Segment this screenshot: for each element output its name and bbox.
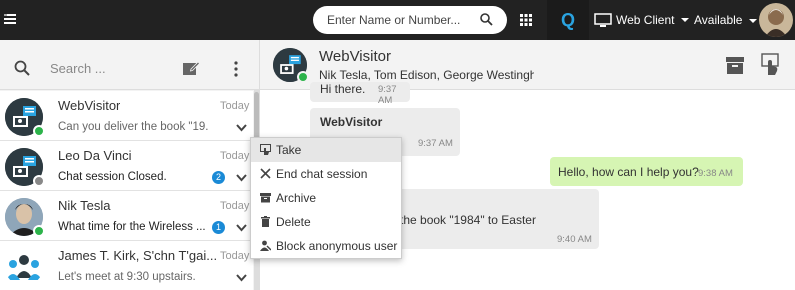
availability-label: Available <box>694 13 743 27</box>
search-icon[interactable] <box>14 60 30 76</box>
web-client-label: Web Client <box>616 13 675 27</box>
message-text: the book "1984" to Easter <box>400 213 536 227</box>
dialpad-grid-icon[interactable] <box>520 14 532 26</box>
conversation-item-group[interactable]: James T. Kirk, S'chn T'gai... Today Let'… <box>0 241 253 290</box>
conversation-time: Today <box>220 200 250 212</box>
message-time: 9:40 AM <box>557 234 592 245</box>
conversation-name: Nik Tesla <box>58 198 111 213</box>
menu-item-end-chat-session[interactable]: End chat session <box>251 162 401 186</box>
chevron-down-icon[interactable] <box>236 224 247 232</box>
unread-badge: 2 <box>212 171 225 184</box>
chevron-down-icon <box>748 18 757 23</box>
more-options-icon[interactable] <box>233 61 239 77</box>
directory-search-input[interactable]: Enter Name or Number... <box>313 6 507 34</box>
status-online-indicator <box>33 125 45 137</box>
conversation-time: Today <box>220 100 250 112</box>
chevron-down-icon[interactable] <box>236 124 247 132</box>
status-offline-indicator <box>33 175 45 187</box>
chat-title: WebVisitor <box>319 48 391 65</box>
menu-item-label: Delete <box>276 215 311 229</box>
directory-search-placeholder: Enter Name or Number... <box>327 13 461 27</box>
menu-item-block-anonymous-user[interactable]: Block anonymous user <box>251 234 401 258</box>
message-text: Hello, how can I help you? <box>558 165 699 179</box>
menu-item-label: Block anonymous user <box>276 239 398 253</box>
menu-item-label: End chat session <box>276 167 368 181</box>
menu-item-label: Take <box>276 143 302 157</box>
menu-item-take[interactable]: Take <box>251 138 401 162</box>
chevron-down-icon[interactable] <box>236 274 247 282</box>
menu-item-label: Archive <box>276 191 317 205</box>
web-client-dropdown[interactable]: Web Client <box>594 11 690 29</box>
conversation-preview: Can you deliver the book "19... <box>58 121 208 133</box>
search-icon[interactable] <box>480 13 493 26</box>
menu-item-delete[interactable]: Delete <box>251 210 401 234</box>
menu-icon[interactable] <box>4 13 16 25</box>
outgoing-message: Hello, how can I help you? 9:38 AM <box>550 157 743 186</box>
conversation-time: Today <box>220 250 250 262</box>
availability-dropdown[interactable]: Available <box>694 13 757 27</box>
q-app-icon[interactable]: Q <box>547 0 589 40</box>
chevron-down-icon[interactable] <box>236 174 247 182</box>
conversation-preview: Let's meet at 9:30 upstairs. <box>58 271 196 283</box>
archive-icon <box>260 193 271 203</box>
trash-icon <box>261 216 270 227</box>
archive-icon[interactable] <box>725 55 745 75</box>
group-avatar <box>5 248 43 286</box>
monitor-icon <box>594 12 612 27</box>
message-time: 9:37 AM <box>378 84 397 106</box>
chevron-down-icon <box>681 18 690 22</box>
incoming-message: Hi there. 9:37 AM <box>310 82 410 106</box>
conversation-sidebar: Search ... WebVisitor Today Can you deli… <box>0 40 260 290</box>
message-time: 9:37 AM <box>418 138 453 149</box>
status-online-indicator <box>297 71 309 83</box>
chat-participants: Nik Tesla, Tom Edison, George Westingho.… <box>319 68 534 82</box>
user-avatar[interactable] <box>759 3 793 37</box>
conversation-name: Leo Da Vinci <box>58 148 132 163</box>
conversation-context-menu: Take End chat session Archive Delete Blo… <box>250 137 402 259</box>
top-bar: Enter Name or Number... Q Web Client Ava… <box>0 0 795 40</box>
close-icon <box>260 168 271 179</box>
message-time: 9:38 AM <box>698 168 733 179</box>
status-online-indicator <box>33 225 45 237</box>
sidebar-search-bar: Search ... <box>0 40 259 90</box>
block-user-icon <box>260 240 271 251</box>
conversation-time: Today <box>220 150 250 162</box>
take-chat-icon[interactable] <box>760 53 780 77</box>
conversation-preview: Chat session Closed. <box>58 171 167 183</box>
conversation-name: James T. Kirk, S'chn T'gai... <box>58 248 218 263</box>
conversation-name: WebVisitor <box>58 98 121 113</box>
unread-badge: 1 <box>212 221 225 234</box>
take-icon <box>260 144 271 155</box>
conversation-item-webvisitor[interactable]: WebVisitor Today Can you deliver the boo… <box>0 91 253 141</box>
conversation-item-nik-tesla[interactable]: Nik Tesla Today What time for the Wirele… <box>0 191 253 241</box>
message-text: Hi there. <box>320 82 366 96</box>
message-sender: WebVisitor <box>320 115 383 129</box>
menu-item-archive[interactable]: Archive <box>251 186 401 210</box>
compose-icon[interactable] <box>182 60 200 76</box>
conversation-preview: What time for the Wireless ... <box>58 221 206 233</box>
conversation-search-input[interactable]: Search ... <box>50 61 106 76</box>
conversation-item-leo-da-vinci[interactable]: Leo Da Vinci Today Chat session Closed. … <box>0 141 253 191</box>
